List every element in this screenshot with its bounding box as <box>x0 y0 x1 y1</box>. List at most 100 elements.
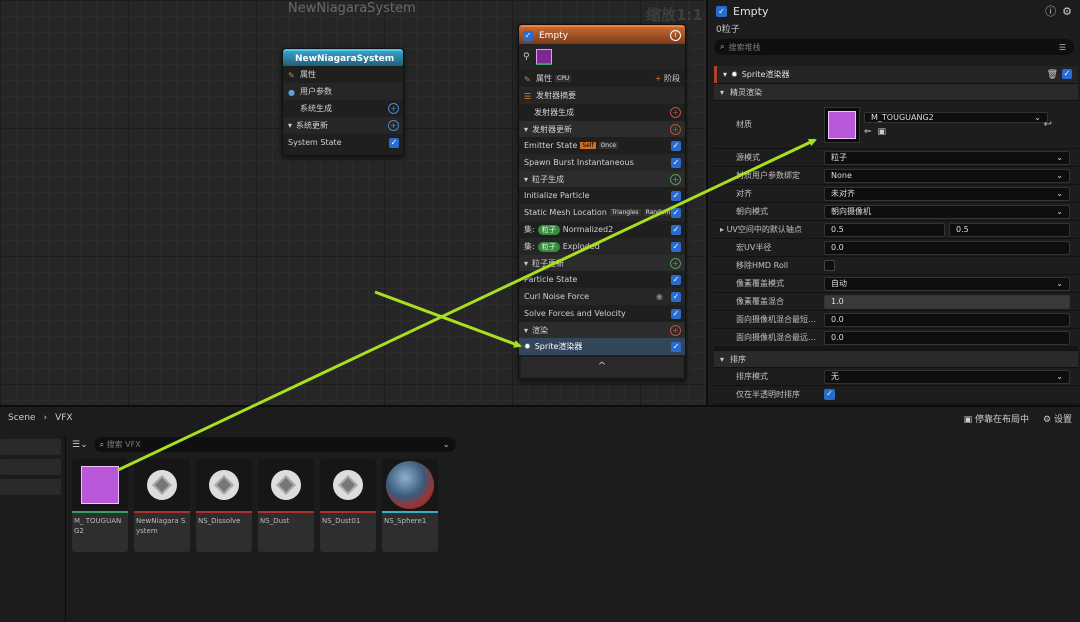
sidebar-item[interactable] <box>0 479 61 495</box>
particle-update-section[interactable]: ▾ 粒子更新 + <box>519 255 685 271</box>
source-mode-dropdown[interactable]: 粒子 ⌄ <box>824 150 1070 165</box>
enable-checkbox[interactable]: ✓ <box>1062 69 1072 79</box>
system-properties-row[interactable]: ✎ 属性 <box>283 66 403 83</box>
enable-checkbox[interactable]: ✓ <box>671 241 681 252</box>
enable-checkbox[interactable]: ✓ <box>389 137 399 148</box>
system-update-row[interactable]: ▾ 系统更新 + <box>283 117 403 134</box>
module-particle-state[interactable]: Particle State ✓ <box>519 271 685 288</box>
emitter-summary-row[interactable]: ☰ 发射器摘要 <box>519 87 685 104</box>
emitter-node[interactable]: ✓ Empty i ⚲ ✎ 属性 CPU + 阶段 ☰ 发射器摘要 发射器生成 … <box>518 24 686 380</box>
module-set-normalized[interactable]: 集: 粒子 Normalized2 ✓ <box>519 221 685 238</box>
info-icon[interactable]: i <box>670 30 681 41</box>
system-spawn-row[interactable]: 系统生成 + <box>283 100 403 117</box>
pixel-blend-slider[interactable]: 1.0 <box>824 294 1070 309</box>
asset-tile[interactable]: NewNiagara System <box>134 459 190 552</box>
filter-icon[interactable]: ☰ <box>1059 43 1066 52</box>
module-solve-forces[interactable]: Solve Forces and Velocity ✓ <box>519 305 685 322</box>
collapse-icon[interactable]: ▾ <box>723 70 727 79</box>
use-selected-icon[interactable]: ⇐ <box>864 127 872 137</box>
asset-tile[interactable]: NS_Dust01 <box>320 459 376 552</box>
macro-uv-input[interactable]: 0.0 <box>824 240 1070 255</box>
hmd-roll-checkbox[interactable] <box>824 260 835 271</box>
breadcrumb-scene[interactable]: Scene <box>8 413 35 423</box>
module-static-mesh-location[interactable]: Static Mesh Location Triangles Random ✓ <box>519 204 685 221</box>
material-dropdown[interactable]: M_TOUGUANG2 ⌄ <box>864 112 1048 123</box>
trash-icon[interactable]: 🗑 <box>1047 70 1058 80</box>
collapse-icon[interactable]: ▾ <box>288 121 292 130</box>
material-binding-dropdown[interactable]: None ⌄ <box>824 168 1070 183</box>
collapse-icon[interactable]: ▾ <box>720 88 724 97</box>
emitter-update-section[interactable]: ▾ 发射器更新 + <box>519 121 685 137</box>
filter-icon[interactable]: ☰⌄ <box>72 440 88 450</box>
dock-in-layout-button[interactable]: ▣ 停靠在布局中 <box>964 412 1029 425</box>
user-params-row[interactable]: ● 用户参数 <box>283 83 403 100</box>
collapse-icon[interactable]: ▾ <box>524 259 528 268</box>
add-icon[interactable]: + <box>670 107 681 118</box>
asset-search-input[interactable]: ⌕ 搜索 VFX ⌄ <box>93 437 456 452</box>
collapse-icon[interactable]: ▾ <box>524 175 528 184</box>
add-icon[interactable]: + <box>670 324 681 336</box>
pixel-coverage-dropdown[interactable]: 自动 ⌄ <box>824 276 1070 291</box>
browse-icon[interactable]: ▣ <box>878 127 887 137</box>
module-initialize-particle[interactable]: Initialize Particle ✓ <box>519 187 685 204</box>
enable-checkbox[interactable]: ✓ <box>671 341 681 352</box>
collapse-icon[interactable]: ▾ <box>524 125 528 134</box>
material-thumbnail[interactable] <box>535 49 552 65</box>
module-spawn-burst[interactable]: Spawn Burst Instantaneous ✓ <box>519 154 685 171</box>
add-icon[interactable]: + <box>670 173 681 185</box>
sorting-category[interactable]: ▾ 排序 <box>714 350 1078 367</box>
asset-tile[interactable]: NS_Dissolve <box>196 459 252 552</box>
material-thumbnail[interactable] <box>824 106 860 143</box>
sidebar-item[interactable] <box>0 459 61 475</box>
stack-search-input[interactable]: ⌕ 搜索堆栈 ☰ <box>714 39 1074 55</box>
info-icon[interactable]: ⓘ <box>1045 3 1056 19</box>
node-graph[interactable]: NewNiagaraSystem 缩放1:1 NewNiagaraSystem … <box>0 0 706 405</box>
reset-icon[interactable]: ↩ <box>1044 119 1052 130</box>
gear-icon[interactable]: ⚙ <box>1062 5 1072 18</box>
enable-checkbox[interactable]: ✓ <box>671 140 681 151</box>
asset-tile[interactable]: NS_Sphere1 <box>382 459 438 552</box>
alignment-dropdown[interactable]: 未对齐 ⌄ <box>824 186 1070 201</box>
collapse-icon[interactable]: ▾ <box>720 355 724 364</box>
breadcrumb-vfx[interactable]: VFX <box>55 413 73 423</box>
emitter-enable-checkbox[interactable]: ✓ <box>716 5 727 17</box>
enable-checkbox[interactable]: ✓ <box>671 291 681 302</box>
translucent-sort-checkbox[interactable]: ✓ <box>824 389 835 400</box>
collapse-button[interactable]: ^ <box>521 357 683 377</box>
system-state-row[interactable]: System State ✓ <box>283 134 403 151</box>
add-icon[interactable]: + <box>670 123 681 135</box>
sidebar-item[interactable] <box>0 439 61 455</box>
enable-checkbox[interactable]: ✓ <box>671 190 681 201</box>
camera-blend-far-input[interactable]: 0.0 <box>824 330 1070 345</box>
emitter-header[interactable]: ✓ Empty i <box>519 25 685 44</box>
enable-checkbox[interactable]: ✓ <box>671 308 681 319</box>
render-section[interactable]: ▾ 渲染 + <box>519 322 685 338</box>
add-icon[interactable]: + <box>388 103 399 114</box>
enable-checkbox[interactable]: ✓ <box>671 224 681 235</box>
module-set-exploded[interactable]: 集: 粒子 Exploded ✓ <box>519 238 685 255</box>
sprite-rendering-category[interactable]: ▾ 精灵渲染 <box>714 83 1078 100</box>
emitter-properties-row[interactable]: ✎ 属性 CPU + 阶段 <box>519 70 685 87</box>
emitter-enable-checkbox[interactable]: ✓ <box>523 30 533 41</box>
enable-checkbox[interactable]: ✓ <box>671 207 681 218</box>
add-stage-button[interactable]: + 阶段 <box>655 73 680 84</box>
module-sprite-renderer[interactable]: ✹ Sprite渲染器 ✓ <box>519 338 685 355</box>
eye-icon[interactable]: ◉ <box>656 292 663 301</box>
add-icon[interactable]: + <box>670 257 681 269</box>
settings-button[interactable]: ⚙ 设置 <box>1043 412 1072 425</box>
enable-checkbox[interactable]: ✓ <box>671 157 681 168</box>
pin-icon[interactable]: ⚲ <box>523 52 530 62</box>
module-emitter-state[interactable]: Emitter State Self Once ✓ <box>519 137 685 154</box>
asset-tile[interactable]: M_ TOUGUANG2 <box>72 459 128 552</box>
asset-tile[interactable]: NS_Dust <box>258 459 314 552</box>
system-node[interactable]: NewNiagaraSystem ✎ 属性 ● 用户参数 系统生成 + ▾ 系统… <box>282 48 404 156</box>
camera-blend-near-input[interactable]: 0.0 <box>824 312 1070 327</box>
pivot-y-input[interactable]: 0.5 <box>949 222 1070 237</box>
add-icon[interactable]: + <box>388 120 399 131</box>
particle-spawn-section[interactable]: ▾ 粒子生成 + <box>519 171 685 187</box>
sprite-renderer-header[interactable]: ▾ ✹ Sprite渲染器 🗑 ✓ <box>714 66 1078 83</box>
sort-mode-dropdown[interactable]: 无 ⌄ <box>824 369 1070 384</box>
module-curl-noise[interactable]: Curl Noise Force ◉ ✓ <box>519 288 685 305</box>
collapse-icon[interactable]: ▾ <box>524 326 528 335</box>
pivot-x-input[interactable]: 0.5 <box>824 222 945 237</box>
